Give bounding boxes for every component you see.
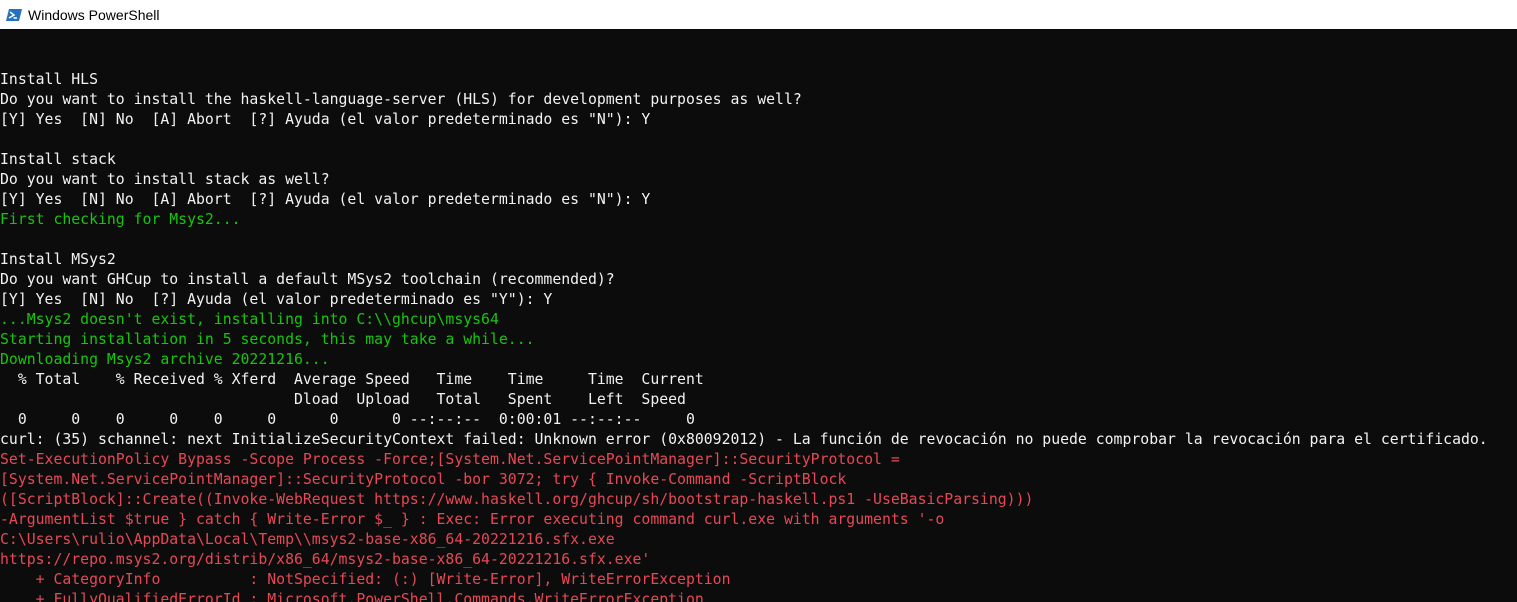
console-line: Install MSys2 bbox=[0, 251, 116, 268]
powershell-window: Windows PowerShell Install HLS Do you wan… bbox=[0, 0, 1517, 602]
console-line: Dload Upload Total Spent Left Speed bbox=[0, 391, 686, 408]
console-lines: Install HLS Do you want to install the ha… bbox=[0, 50, 1488, 602]
console-line: 0 0 0 0 0 0 0 0 --:--:-- 0:00:01 --:--:-… bbox=[0, 411, 695, 428]
console-line: curl: (35) schannel: next InitializeSecu… bbox=[0, 431, 1488, 448]
console-line: [Y] Yes [N] No [A] Abort [?] Ayuda (el v… bbox=[0, 191, 651, 208]
console-line: First checking for Msys2... bbox=[0, 211, 241, 228]
window-title: Windows PowerShell bbox=[28, 6, 160, 23]
console-line: [System.Net.ServicePointManager]::Securi… bbox=[0, 471, 847, 488]
console-line: % Total % Received % Xferd Average Speed… bbox=[0, 371, 704, 388]
console-line: Downloading Msys2 archive 20221216... bbox=[0, 351, 330, 368]
console-line: Do you want to install the haskell-langu… bbox=[0, 91, 802, 108]
console-line: ([ScriptBlock]::Create((Invoke-WebReques… bbox=[0, 491, 1034, 508]
console-line: Starting installation in 5 seconds, this… bbox=[0, 331, 535, 348]
console-line: + FullyQualifiedErrorId : Microsoft.Powe… bbox=[0, 591, 704, 602]
console-line: Set-ExecutionPolicy Bypass -Scope Proces… bbox=[0, 451, 900, 468]
powershell-icon bbox=[6, 8, 22, 21]
console-line: Install stack bbox=[0, 151, 116, 168]
console-output[interactable]: Install HLS Do you want to install the ha… bbox=[0, 29, 1517, 602]
console-line: -ArgumentList $true } catch { Write-Erro… bbox=[0, 511, 945, 528]
console-line: [Y] Yes [N] No [?] Ayuda (el valor prede… bbox=[0, 291, 553, 308]
console-line: + CategoryInfo : NotSpecified: (:) [Writ… bbox=[0, 571, 731, 588]
console-line: Do you want GHCup to install a default M… bbox=[0, 271, 615, 288]
console-line: https://repo.msys2.org/distrib/x86_64/ms… bbox=[0, 551, 651, 568]
console-line: C:\Users\rulio\AppData\Local\Temp\\msys2… bbox=[0, 531, 615, 548]
console-line: [Y] Yes [N] No [A] Abort [?] Ayuda (el v… bbox=[0, 111, 651, 128]
title-bar[interactable]: Windows PowerShell bbox=[0, 0, 1517, 29]
console-line: Do you want to install stack as well? bbox=[0, 171, 330, 188]
console-line: Install HLS bbox=[0, 71, 98, 88]
console-line: ...Msys2 doesn't exist, installing into … bbox=[0, 311, 499, 328]
